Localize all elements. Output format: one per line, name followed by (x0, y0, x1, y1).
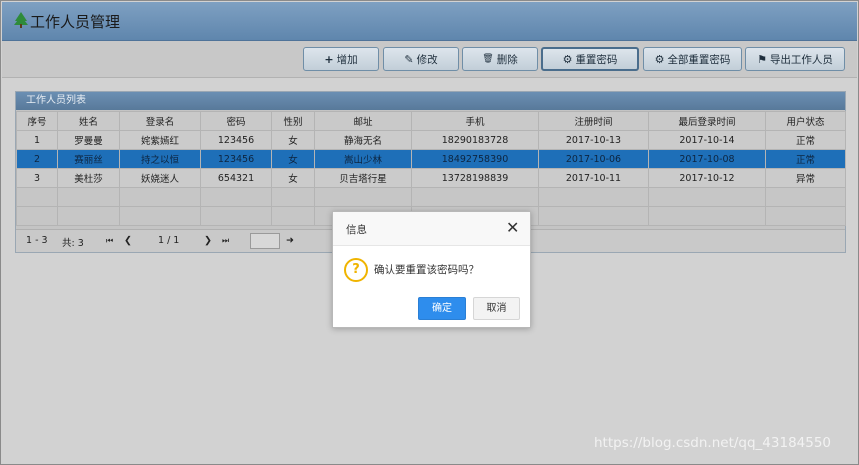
col-header[interactable]: 手机 (411, 111, 539, 131)
edit-button[interactable]: ✎ 修改 (383, 47, 459, 71)
table-row-selected[interactable]: 2 赛丽丝 持之以恒 123456 女 嵩山少林 18492758390 201… (16, 149, 846, 169)
question-icon: ? (344, 258, 368, 282)
add-button[interactable]: + 增加 (303, 47, 379, 71)
gear-icon: ⚙ (654, 52, 665, 66)
next-page-icon[interactable]: ❯ (204, 235, 212, 246)
table-cell: 3 (16, 168, 58, 188)
delete-button-label: 删除 (496, 53, 518, 66)
table-cell: 正常 (765, 130, 846, 150)
export-staff-label: 导出工作人员 (769, 53, 833, 66)
table-cell: 贝吉塔行星 (314, 168, 412, 188)
prev-page-icon[interactable]: ❮ (124, 235, 132, 246)
first-page-icon[interactable]: ⏮ (106, 236, 113, 246)
last-page-icon[interactable]: ⏭ (222, 236, 229, 246)
table-cell: 2017-10-13 (538, 130, 649, 150)
table-cell: 2017-10-08 (648, 149, 766, 169)
page-number-input[interactable] (250, 233, 280, 249)
dialog-header: 信息 ✕ (333, 212, 530, 246)
table-cell: 持之以恒 (119, 149, 201, 169)
table-cell: 13728198839 (411, 168, 539, 188)
table-cell: 2017-10-14 (648, 130, 766, 150)
dialog-title: 信息 (346, 224, 367, 236)
table-cell: 美杜莎 (57, 168, 120, 188)
trash-icon: 🗑 (482, 54, 494, 64)
table-cell: 18492758390 (411, 149, 539, 169)
export-staff-button[interactable]: ⚑ 导出工作人员 (745, 47, 845, 71)
table-cell: 异常 (765, 168, 846, 188)
reset-password-label: 重置密码 (575, 53, 618, 66)
delete-button[interactable]: 🗑 删除 (462, 47, 538, 71)
table-cell: 姹紫嫣红 (119, 130, 201, 150)
dialog-message: 确认要重置该密码吗？ (374, 264, 479, 276)
table-cell: 2017-10-06 (538, 149, 649, 169)
table-cell: 654321 (200, 168, 272, 188)
col-header[interactable]: 序号 (16, 111, 58, 131)
add-button-label: 增加 (336, 53, 358, 66)
table-cell: 2017-10-11 (538, 168, 649, 188)
record-range: 1 - 3 (26, 235, 48, 246)
toolbar: + 增加 ✎ 修改 🗑 删除 ⚙ 重置密码 ⚙ 全部重置密码 ⚑ 导出工作人员 (2, 41, 857, 78)
table-cell: 1 (16, 130, 58, 150)
confirm-button[interactable]: 确定 (418, 297, 466, 320)
export-icon: ⚑ (757, 52, 767, 66)
table-cell: 正常 (765, 149, 846, 169)
record-total: 共: 3 (62, 238, 84, 249)
gear-icon: ⚙ (562, 52, 573, 66)
page-title: 工作人员管理 (30, 13, 121, 31)
page-indicator: 1 / 1 (158, 235, 180, 246)
app-frame: 工作人员管理 + 增加 ✎ 修改 🗑 删除 ⚙ 重置密码 ⚙ 全部重置密码 ⚑ … (0, 0, 859, 465)
reset-all-password-button[interactable]: ⚙ 全部重置密码 (643, 47, 742, 71)
close-icon[interactable]: ✕ (506, 218, 519, 238)
table-cell: 罗曼曼 (57, 130, 120, 150)
table-cell: 123456 (200, 149, 272, 169)
table-cell: 静海无名 (314, 130, 412, 150)
table-row[interactable]: 1 罗曼曼 姹紫嫣红 123456 女 静海无名 18290183728 201… (16, 130, 846, 150)
col-header[interactable]: 用户状态 (765, 111, 846, 131)
table-cell: 2017-10-12 (648, 168, 766, 188)
pencil-icon: ✎ (404, 52, 414, 66)
tree-icon (14, 12, 28, 28)
go-page-icon[interactable]: ➜ (286, 235, 294, 246)
table-cell: 赛丽丝 (57, 149, 120, 169)
table-cell: 女 (271, 149, 315, 169)
staff-table: 序号 姓名 登录名 密码 性别 邮址 手机 注册时间 最后登录时间 用户状态 1… (16, 111, 846, 226)
col-header[interactable]: 性别 (271, 111, 315, 131)
table-cell: 女 (271, 130, 315, 150)
table-cell: 2 (16, 149, 58, 169)
plus-icon: + (324, 52, 334, 66)
cancel-button[interactable]: 取消 (473, 297, 520, 320)
col-header[interactable]: 密码 (200, 111, 272, 131)
table-cell: 123456 (200, 130, 272, 150)
confirm-dialog: 信息 ✕ ? 确认要重置该密码吗？ 确定 取消 (332, 211, 531, 328)
table-cell: 女 (271, 168, 315, 188)
panel-title: 工作人员列表 (16, 92, 845, 110)
empty-row (16, 187, 846, 207)
table-cell: 妖娆迷人 (119, 168, 201, 188)
col-header[interactable]: 最后登录时间 (648, 111, 766, 131)
title-bar: 工作人员管理 (2, 2, 857, 41)
reset-all-password-label: 全部重置密码 (667, 53, 731, 66)
table-row[interactable]: 3 美杜莎 妖娆迷人 654321 女 贝吉塔行星 13728198839 20… (16, 168, 846, 188)
table-header-row: 序号 姓名 登录名 密码 性别 邮址 手机 注册时间 最后登录时间 用户状态 (16, 111, 846, 131)
col-header[interactable]: 姓名 (57, 111, 120, 131)
col-header[interactable]: 邮址 (314, 111, 412, 131)
table-cell: 嵩山少林 (314, 149, 412, 169)
reset-password-button[interactable]: ⚙ 重置密码 (541, 47, 639, 71)
watermark-text: https://blog.csdn.net/qq_43184550 (594, 435, 832, 451)
edit-button-label: 修改 (416, 53, 438, 66)
col-header[interactable]: 登录名 (119, 111, 201, 131)
col-header[interactable]: 注册时间 (538, 111, 649, 131)
table-cell: 18290183728 (411, 130, 539, 150)
